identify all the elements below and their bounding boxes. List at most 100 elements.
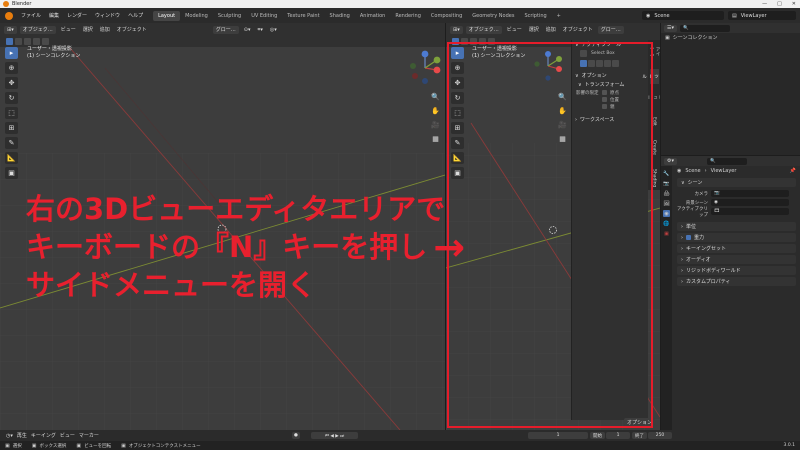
select-mode-intersect-icon[interactable]	[42, 38, 49, 45]
rigid-body-world-section[interactable]: › リジッドボディワールド	[677, 266, 796, 275]
tab-layout[interactable]: Layout	[153, 10, 181, 21]
tab-shading[interactable]: Shading	[325, 11, 355, 21]
navigation-gizmo[interactable]	[407, 50, 443, 86]
playback-controls[interactable]: ⏮ ◀ ▶ ⏭	[311, 432, 358, 439]
tab-texture-paint[interactable]: Texture Paint	[282, 11, 324, 21]
rotate-tool-icon[interactable]: ↻	[5, 92, 18, 104]
outliner-row[interactable]: ▣ シーンコレクション	[661, 33, 800, 42]
pivot-icon[interactable]: ⊙▾	[242, 27, 253, 33]
tab-scripting[interactable]: Scripting	[519, 11, 551, 21]
timeline-editor-icon[interactable]: ◷▾	[4, 433, 15, 439]
properties-editor[interactable]: ⚙▾ 🔍 🔧 📷 🖨 🖼 ◉ 🌐 ▣ ◉ Scene › ViewLayer 📌…	[661, 156, 800, 430]
menu-edit[interactable]: 編集	[45, 12, 63, 19]
transform-tool-icon[interactable]: ⊞	[5, 122, 18, 134]
audio-section[interactable]: › オーディオ	[677, 255, 796, 264]
render-tab-icon[interactable]: 📷	[663, 180, 670, 187]
end-frame-field[interactable]: 250	[648, 432, 672, 439]
tab-uv-editing[interactable]: UV Editing	[246, 11, 282, 21]
annotation-arrow-icon: →	[433, 225, 466, 269]
highlight-box	[447, 42, 653, 428]
measure-tool-icon[interactable]: 📐	[5, 152, 18, 164]
outliner[interactable]: ☰▾ 🔍 ▣ シーンコレクション	[661, 23, 800, 155]
view-layer-tab-icon[interactable]: 🖼	[663, 200, 670, 207]
menu-help[interactable]: ヘルプ	[124, 12, 147, 19]
properties-type-icon[interactable]: ⚙▾	[664, 157, 677, 165]
right-transform-orientation-dropdown[interactable]: グロー…	[597, 25, 624, 34]
tool-tab-icon[interactable]: 🔧	[663, 170, 670, 177]
properties-search-field[interactable]: 🔍	[707, 157, 747, 165]
window-titlebar: Blender — □ ✕	[0, 0, 800, 8]
version-label: 3.0.1	[783, 443, 795, 448]
mode-dropdown[interactable]: オブジェク…	[19, 25, 56, 34]
view-menu[interactable]: ビュー	[59, 26, 78, 33]
transform-orientation-dropdown[interactable]: グロー…	[212, 25, 239, 34]
right-view-menu[interactable]: ビュー	[505, 26, 524, 33]
tab-rendering[interactable]: Rendering	[390, 11, 426, 21]
current-frame-field[interactable]: 1	[528, 432, 588, 439]
gravity-section[interactable]: › 重力	[677, 233, 796, 242]
blender-menu-icon[interactable]	[5, 11, 13, 20]
outliner-search-field[interactable]: 🔍	[680, 24, 730, 32]
record-icon[interactable]: ●	[292, 432, 300, 439]
pin-icon[interactable]: 📌	[790, 168, 796, 174]
keying-menu[interactable]: キーイング	[29, 432, 58, 439]
right-add-menu[interactable]: 追加	[544, 26, 558, 33]
playback-menu[interactable]: 再生	[15, 432, 29, 439]
custom-properties-section[interactable]: › カスタムプロパティ	[677, 277, 796, 286]
annotate-tool-icon[interactable]: ✎	[5, 137, 18, 149]
select-mode-subtract-icon[interactable]	[24, 38, 31, 45]
start-frame-field[interactable]: 1	[606, 432, 630, 439]
scale-tool-icon[interactable]: ⬚	[5, 107, 18, 119]
scene-selector[interactable]: ◉ Scene	[642, 11, 724, 20]
close-button[interactable]: ✕	[792, 1, 796, 7]
right-mode-dropdown[interactable]: オブジェク…	[465, 25, 502, 34]
keying-sets-section[interactable]: › キーイングセット	[677, 244, 796, 253]
select-tool-icon[interactable]: ▸	[5, 47, 18, 59]
pan-hand-icon[interactable]: ✋	[430, 105, 441, 116]
zoom-icon[interactable]: 🔍	[430, 91, 441, 102]
menu-render[interactable]: レンダー	[63, 12, 91, 19]
camera-view-icon[interactable]: 🎥	[430, 119, 441, 130]
select-mode-extend-icon[interactable]	[15, 38, 22, 45]
camera-field[interactable]: 📷	[711, 190, 789, 197]
perspective-toggle-icon[interactable]: ▦	[430, 133, 441, 144]
tab-geometry-nodes[interactable]: Geometry Nodes	[467, 11, 519, 21]
editor-type-button[interactable]: ⊞▾	[4, 25, 17, 34]
right-object-menu[interactable]: オブジェクト	[561, 26, 595, 33]
minimize-button[interactable]: —	[762, 1, 767, 7]
units-section[interactable]: › 単位	[677, 222, 796, 231]
tab-modeling[interactable]: Modeling	[180, 11, 213, 21]
snap-icon[interactable]: ⌗▾	[256, 27, 265, 33]
timeline-view-menu[interactable]: ビュー	[58, 432, 77, 439]
select-menu[interactable]: 選択	[81, 26, 95, 33]
tab-compositing[interactable]: Compositing	[426, 11, 467, 21]
scene-tab-icon[interactable]: ◉	[663, 210, 670, 217]
proportional-edit-icon[interactable]: ◎▾	[268, 27, 279, 33]
scene-section-header[interactable]: ∨ シーン	[677, 178, 796, 187]
move-tool-icon[interactable]: ✥	[5, 77, 18, 89]
marker-menu[interactable]: マーカー	[77, 432, 101, 439]
bg-scene-field[interactable]: ◉	[711, 199, 789, 206]
outliner-type-icon[interactable]: ☰▾	[664, 24, 677, 32]
active-clip-field[interactable]: 🎞	[711, 208, 789, 215]
cursor-tool-icon[interactable]: ⊕	[5, 62, 18, 74]
select-mode-invert-icon[interactable]	[33, 38, 40, 45]
output-tab-icon[interactable]: 🖨	[663, 190, 670, 197]
collection-tab-icon[interactable]: ▣	[663, 230, 670, 237]
tab-animation[interactable]: Animation	[355, 11, 391, 21]
select-mode-new-icon[interactable]	[6, 38, 13, 45]
viewlayer-selector[interactable]: ▤ ViewLayer	[728, 11, 796, 20]
scene-breadcrumb-icon: ◉	[677, 168, 682, 174]
add-cube-tool-icon[interactable]: ▣	[5, 167, 18, 179]
maximize-button[interactable]: □	[777, 1, 782, 7]
world-tab-icon[interactable]: 🌐	[663, 220, 670, 227]
menu-window[interactable]: ウィンドウ	[91, 12, 124, 19]
menu-file[interactable]: ファイル	[17, 12, 45, 19]
right-editor-type-button[interactable]: ⊞▾	[450, 25, 463, 34]
object-menu[interactable]: オブジェクト	[115, 26, 149, 33]
add-workspace-button[interactable]: +	[552, 11, 566, 21]
tab-sculpting[interactable]: Sculpting	[213, 11, 246, 21]
gravity-checkbox[interactable]	[686, 235, 691, 240]
right-select-menu[interactable]: 選択	[527, 26, 541, 33]
add-menu[interactable]: 追加	[98, 26, 112, 33]
